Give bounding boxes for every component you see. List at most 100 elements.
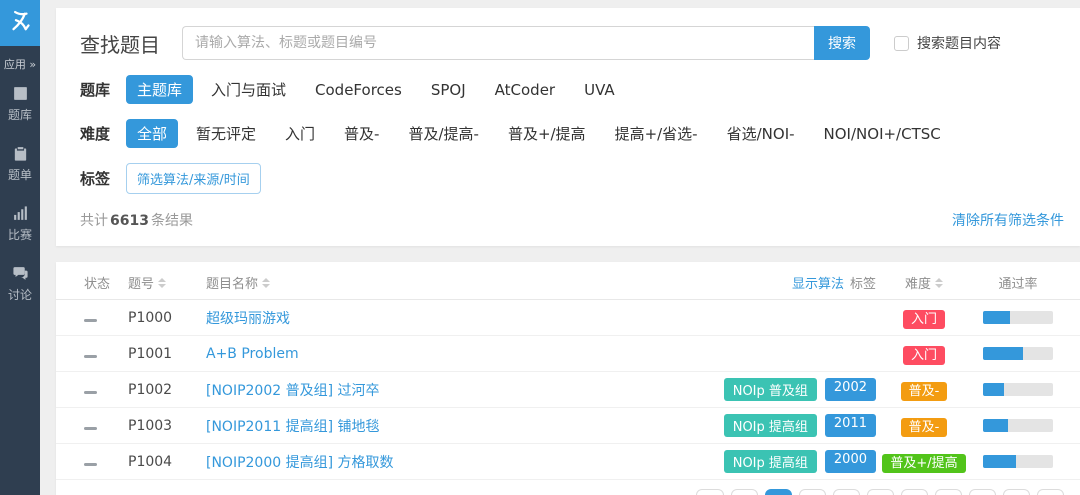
difficulty-filter-options: 全部 暂无评定 入门 普及- 普及/提高- 普及+/提高 提高+/省选- 省选/NOI- NOI… <box>126 119 959 148</box>
filter-library-option[interactable]: UVA <box>573 77 626 103</box>
page-button-4[interactable]: 4 <box>866 489 894 495</box>
sidebar-item-题单[interactable]: 题单 <box>0 134 40 194</box>
results-count: 6613 <box>110 213 149 229</box>
page-button-7[interactable]: 7 <box>968 489 996 495</box>
table-row: P1004 [NOIP2000 提高组] 方格取数 NOIp 提高组 2000 普及+/… <box>56 444 1080 480</box>
pagination: 共133页 |<<1234567>>| <box>618 489 1064 495</box>
sort-icon <box>935 277 943 288</box>
search-content-checkbox-label: 搜索题目内容 <box>917 36 1001 52</box>
problem-tag[interactable]: 2002 <box>824 378 876 401</box>
status-cell <box>84 310 128 326</box>
status-cell <box>84 454 128 470</box>
tag-filter-button[interactable]: 筛选算法/来源/时间 <box>126 163 261 194</box>
problem-id: P1003 <box>128 417 173 434</box>
table-row: P1002 [NOIP2002 普及组] 过河卒 NOIp 普及组 2002 普及- <box>56 372 1080 408</box>
filter-library-option[interactable]: 入门与面试 <box>200 75 297 104</box>
sidebar-item-label: 题库 <box>7 108 32 122</box>
sidebar-item-label: 题单 <box>7 168 32 182</box>
page-title: 查找题目 <box>80 32 160 57</box>
chat-icon <box>12 265 29 282</box>
tag-filter-label: 标签 <box>80 170 111 188</box>
filter-difficulty-option[interactable]: 入门 <box>274 119 326 148</box>
main-content: 查找题目 搜索 搜索题目内容 题库 主题库入门与面试 CodeForces SPOJ… <box>56 8 1080 495</box>
sidebar-item-label: 讨论 <box>7 288 32 302</box>
pass-rate-fill <box>983 455 1016 468</box>
difficulty-badge[interactable]: 入门 <box>902 346 945 365</box>
problem-tag[interactable]: NOIp 提高组 <box>723 414 817 437</box>
filter-library-option[interactable]: 主题库 <box>126 75 194 104</box>
filter-difficulty-option[interactable]: 普及- <box>333 119 390 148</box>
sort-icon <box>262 277 271 288</box>
problem-title-link[interactable]: [NOIP2002 普及组] 过河卒 <box>206 380 724 400</box>
header-pass-rate: 通过率 <box>998 277 1038 292</box>
luogu-logo[interactable] <box>0 0 40 46</box>
library-filter-options: 主题库 入门与面试 CodeForces SPOJ AtCoder UVA <box>126 75 633 104</box>
page-button-6[interactable]: 6 <box>934 489 962 495</box>
status-dash-icon <box>84 426 97 430</box>
pass-rate-fill <box>983 347 1023 360</box>
page-last-button[interactable]: >| <box>1036 489 1064 495</box>
filter-difficulty-option[interactable]: 暂无评定 <box>185 119 267 148</box>
table-row: P1003 [NOIP2011 提高组] 铺地毯 NOIp 提高组 2011 普及- <box>56 408 1080 444</box>
sidebar-item-比赛[interactable]: 比赛 <box>0 194 40 254</box>
pass-rate-bar <box>983 311 1053 324</box>
filter-difficulty-option[interactable]: NOI/NOI+/CTSC <box>813 121 952 147</box>
clear-filters-link[interactable]: 清除所有筛选条件 <box>952 210 1064 230</box>
status-cell <box>84 418 128 434</box>
filter-difficulty-option[interactable]: 全部 <box>126 119 179 148</box>
problem-tag[interactable]: 2011 <box>824 414 876 437</box>
difficulty-badge[interactable]: 普及- <box>900 382 948 401</box>
difficulty-badge[interactable]: 入门 <box>902 310 945 329</box>
sidebar-item-label: 比赛 <box>7 228 32 242</box>
sidebar-apps-toggle[interactable]: 应用 » <box>0 46 40 74</box>
filter-library-option[interactable]: SPOJ <box>420 77 477 103</box>
page-button-1[interactable]: 1 <box>764 489 792 495</box>
problem-tags: NOIp 普及组 2002 <box>723 378 876 401</box>
header-difficulty[interactable]: 难度 <box>905 273 943 292</box>
pager-buttons: |< <1234567 > >| <box>696 489 1064 495</box>
header-tags: 显示算法 标签 <box>792 273 876 292</box>
search-content-checkbox-group[interactable]: 搜索题目内容 <box>894 33 1001 53</box>
problem-title-link[interactable]: A+B Problem <box>206 346 876 362</box>
page-next-button[interactable]: > <box>1002 489 1030 495</box>
problem-title-link[interactable]: [NOIP2000 提高组] 方格取数 <box>206 452 724 472</box>
pass-rate-fill <box>983 419 1009 432</box>
filter-difficulty-option[interactable]: 普及+/提高 <box>497 119 597 148</box>
search-content-checkbox[interactable] <box>894 35 909 51</box>
filter-difficulty-option[interactable]: 省选/NOI- <box>716 119 806 148</box>
page-first-button[interactable]: |< <box>696 489 724 495</box>
problem-tag[interactable]: 2000 <box>824 450 876 473</box>
pass-rate-fill <box>983 311 1011 324</box>
problem-tag[interactable]: NOIp 提高组 <box>723 450 817 473</box>
pass-rate-bar <box>983 419 1053 432</box>
problem-title-link[interactable]: 超级玛丽游戏 <box>206 308 876 328</box>
header-problem-name[interactable]: 题目名称 <box>206 273 792 292</box>
header-problem-id[interactable]: 题号 <box>128 273 206 292</box>
sidebar-item-题库[interactable]: 题库 <box>0 74 40 134</box>
page-button-5[interactable]: 5 <box>900 489 928 495</box>
status-dash-icon <box>84 390 97 394</box>
pass-rate-cell <box>983 455 1053 468</box>
page-button-3[interactable]: 3 <box>832 489 860 495</box>
status-dash-icon <box>84 354 97 358</box>
show-algorithm-link[interactable]: 显示算法 <box>792 273 844 292</box>
filter-difficulty-option[interactable]: 普及/提高- <box>397 119 489 148</box>
library-filter-label: 题库 <box>80 81 111 99</box>
problem-table-card: 状态 题号 题目名称 显示算法 标签 难度 通过率 P1000 超级玛丽游戏 入门 P… <box>56 262 1080 495</box>
filter-difficulty-option[interactable]: 提高+/省选- <box>604 119 709 148</box>
difficulty-badge[interactable]: 普及- <box>900 418 948 437</box>
pass-rate-cell <box>983 383 1053 396</box>
difficulty-badge[interactable]: 普及+/提高 <box>882 454 966 473</box>
problem-tag[interactable]: NOIp 普及组 <box>723 378 817 401</box>
sidebar-item-讨论[interactable]: 讨论 <box>0 254 40 314</box>
filter-library-option[interactable]: AtCoder <box>484 77 566 103</box>
luogu-logo-icon <box>7 8 33 38</box>
page-button-2[interactable]: 2 <box>798 489 826 495</box>
problem-tags: NOIp 提高组 2000 <box>723 450 876 473</box>
problem-title-link[interactable]: [NOIP2011 提高组] 铺地毯 <box>206 416 724 436</box>
page-prev-button[interactable]: < <box>730 489 758 495</box>
search-input[interactable] <box>182 26 814 60</box>
search-button[interactable]: 搜索 <box>814 26 870 60</box>
filter-library-option[interactable]: CodeForces <box>304 77 413 103</box>
sidebar: 应用 » 题库题单比赛讨论 <box>0 0 40 495</box>
